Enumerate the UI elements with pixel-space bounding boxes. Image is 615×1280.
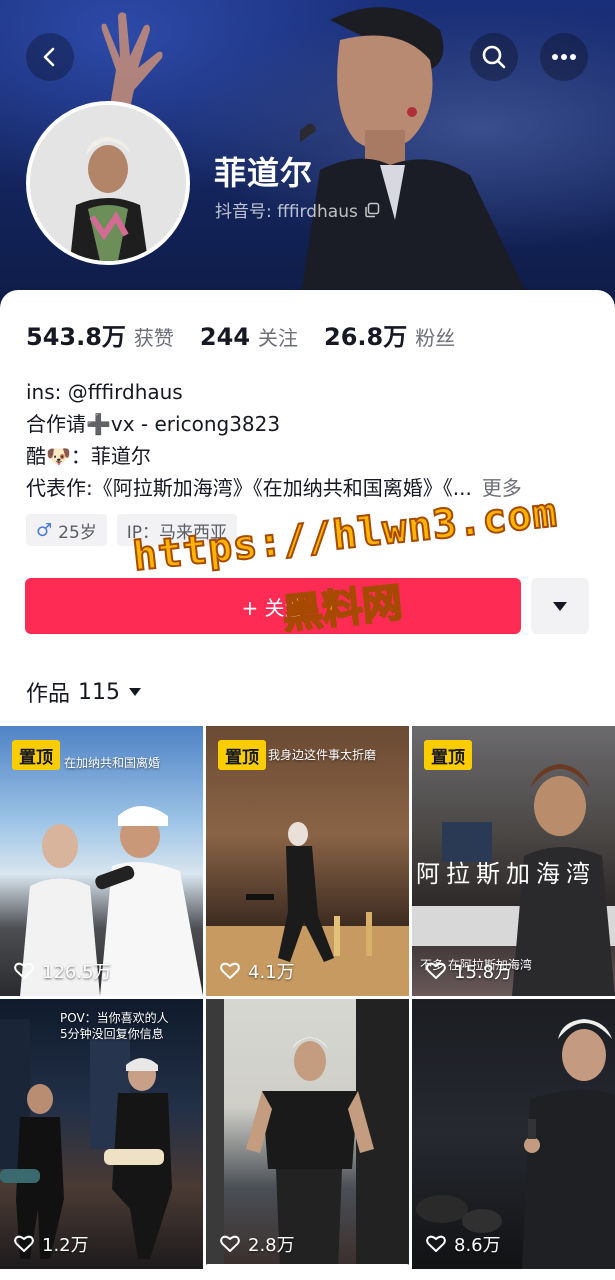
like-count-text: 15.8万 xyxy=(454,962,513,983)
display-name: 菲道尔 xyxy=(214,154,314,192)
like-count: 1.2万 xyxy=(14,1231,89,1257)
avatar-image xyxy=(30,105,186,261)
chevron-left-icon xyxy=(43,47,55,67)
age-text: 25岁 xyxy=(58,522,97,543)
male-icon: ♂ xyxy=(36,519,53,541)
video-overlay-subtext: 5分钟没回复你信息 xyxy=(60,1027,164,1041)
stat-label: 粉丝 xyxy=(415,326,456,350)
video-thumbnail-figures xyxy=(416,1019,615,1269)
like-count: 15.8万 xyxy=(426,958,512,984)
video-tile[interactable]: 阿拉斯加海湾 不多 在阿拉斯加海湾 置顶 15.8万 xyxy=(412,726,615,996)
heart-outline-icon xyxy=(14,962,34,979)
video-overlay-text: 阿拉斯加海湾 xyxy=(416,860,596,888)
video-overlay-text: 在加纳共和国离婚 xyxy=(64,756,161,770)
pinned-badge: 置顶 xyxy=(12,740,60,770)
like-count: 2.8万 xyxy=(220,1231,295,1257)
video-tile[interactable]: 8.6万 xyxy=(412,999,615,1269)
video-tile[interactable]: 2.8万 xyxy=(206,999,409,1269)
stat-number: 244 xyxy=(199,323,251,351)
bio-line-kugou: 酷🐶：菲道尔 xyxy=(26,444,151,468)
copy-icon[interactable] xyxy=(364,202,380,218)
video-overlay-text: POV：当你喜欢的人 xyxy=(60,1011,169,1025)
bio-line-ins: ins: @fffirdhaus xyxy=(26,380,183,404)
works-count: 115 xyxy=(78,679,121,705)
bio-representative-works: 代表作:《阿拉斯加海湾》《在加纳共和国离婚》《... xyxy=(26,476,472,500)
heart-outline-icon xyxy=(426,1235,446,1252)
like-count: 8.6万 xyxy=(426,1231,501,1257)
search-icon xyxy=(482,45,506,69)
like-count: 4.1万 xyxy=(220,958,295,984)
ip-text: IP：马来西亚 xyxy=(126,522,228,543)
like-count-text: 8.6万 xyxy=(454,1235,501,1256)
video-tile[interactable]: 在加纳共和国离婚 置顶 126.5万 xyxy=(0,726,203,996)
back-button[interactable] xyxy=(26,33,74,81)
works-tab[interactable]: 作品 115 xyxy=(26,676,142,708)
pinned-badge: 置顶 xyxy=(218,740,266,770)
stat-likes[interactable]: 543.8万 获赞 xyxy=(26,317,174,352)
stat-following[interactable]: 244 关注 xyxy=(200,322,298,351)
heart-outline-icon xyxy=(426,962,446,979)
video-overlay-text: 我身边这件事太折磨 xyxy=(268,748,377,762)
avatar[interactable] xyxy=(26,101,190,265)
heart-outline-icon xyxy=(220,962,240,979)
heart-outline-icon xyxy=(14,1235,34,1252)
bio: ins: @fffirdhaus 合作请➕vx - ericong3823 酷🐶… xyxy=(26,376,522,504)
like-count: 126.5万 xyxy=(14,958,112,984)
heart-outline-icon xyxy=(220,1235,240,1252)
video-tile[interactable]: POV：当你喜欢的人 5分钟没回复你信息 1.2万 xyxy=(0,999,203,1269)
search-button[interactable] xyxy=(470,33,518,81)
stat-followers[interactable]: 26.8万 粉丝 xyxy=(324,317,455,352)
douyin-id[interactable]: 抖音号: fffirdhaus xyxy=(215,197,380,222)
profile-banner: 菲道尔 抖音号: fffirdhaus xyxy=(0,0,615,320)
stat-label: 获赞 xyxy=(133,326,174,350)
ip-location-tag: IP：马来西亚 xyxy=(116,514,238,546)
douyin-id-text: 抖音号: fffirdhaus xyxy=(215,202,358,222)
stat-number: 26.8万 xyxy=(324,323,408,351)
gender-age-tag: ♂ 25岁 xyxy=(26,514,107,546)
more-button[interactable] xyxy=(540,33,588,81)
recommend-dropdown-button[interactable] xyxy=(531,578,589,634)
more-horizontal-icon xyxy=(552,54,576,60)
stats-row: 543.8万 获赞 244 关注 26.8万 粉丝 xyxy=(26,317,481,352)
profile-tags: ♂ 25岁 IP：马来西亚 xyxy=(26,514,238,546)
caret-down-icon xyxy=(553,602,567,611)
stat-number: 543.8万 xyxy=(26,323,126,351)
video-thumbnail-figures xyxy=(206,999,409,1269)
like-count-text: 126.5万 xyxy=(42,962,112,983)
like-count-text: 1.2万 xyxy=(42,1235,89,1256)
works-label: 作品 xyxy=(26,682,71,707)
pinned-badge: 置顶 xyxy=(424,740,472,770)
bio-line-contact: 合作请➕vx - ericong3823 xyxy=(26,412,281,436)
caret-down-icon xyxy=(129,688,142,696)
home-indicator xyxy=(205,1264,410,1270)
follow-button[interactable]: + 关注 xyxy=(25,578,521,634)
bio-more-link[interactable]: 更多 xyxy=(482,472,522,504)
like-count-text: 2.8万 xyxy=(248,1235,295,1256)
video-tile[interactable]: 我身边这件事太折磨 置顶 4.1万 xyxy=(206,726,409,996)
bio-line-works: 代表作:《阿拉斯加海湾》《在加纳共和国离婚》《... 更多 xyxy=(26,472,522,504)
profile-card: 543.8万 获赞 244 关注 26.8万 粉丝 ins: @fffirdha… xyxy=(0,290,615,1280)
like-count-text: 4.1万 xyxy=(248,962,295,983)
stat-label: 关注 xyxy=(258,326,299,350)
